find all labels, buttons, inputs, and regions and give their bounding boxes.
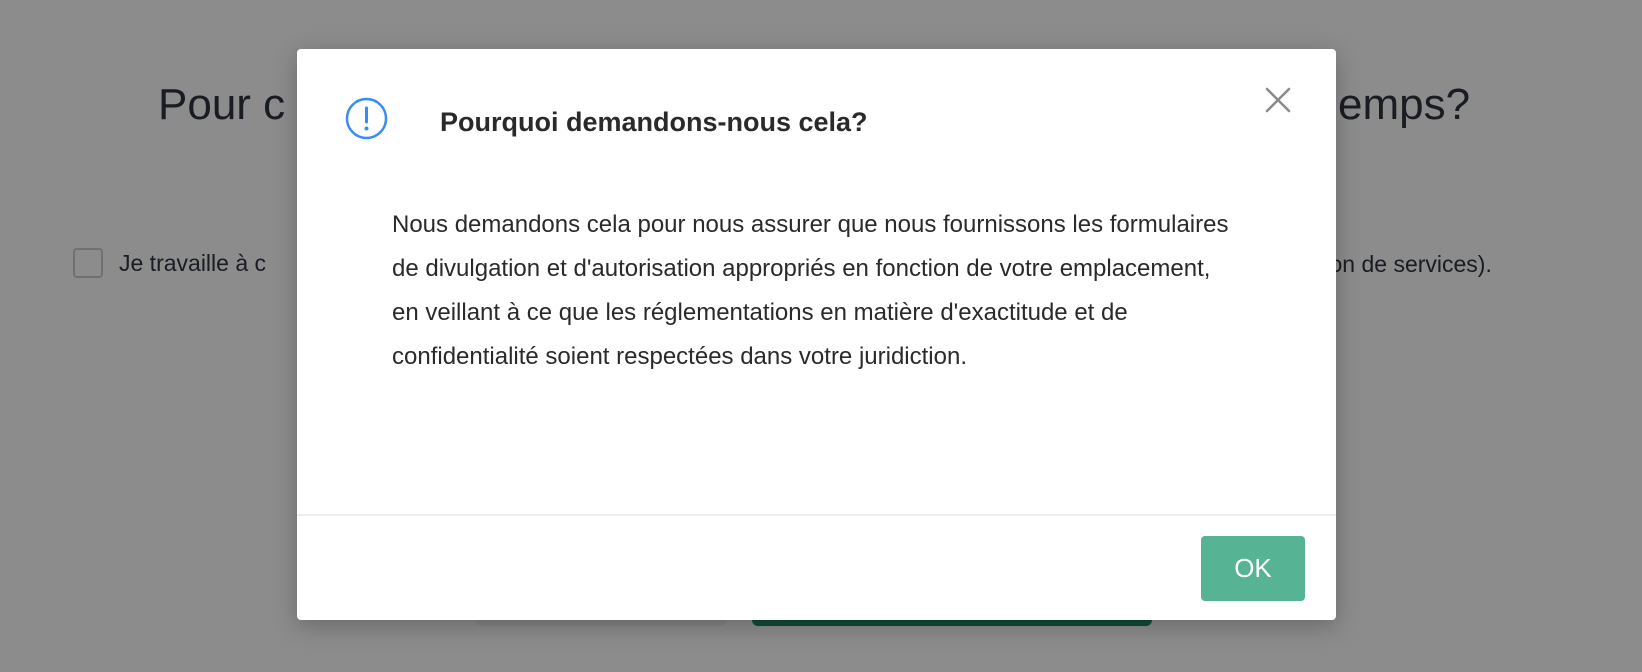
close-icon[interactable]: [1263, 85, 1293, 115]
info-circle-icon: [345, 97, 388, 140]
modal-body-text: Nous demandons cela pour nous assurer qu…: [392, 211, 1229, 370]
modal-title: Pourquoi demandons-nous cela?: [440, 107, 868, 137]
modal-footer-divider: [297, 514, 1336, 516]
info-modal: Pourquoi demandons-nous cela? Nous deman…: [297, 49, 1336, 620]
ok-button[interactable]: OK: [1201, 536, 1305, 601]
